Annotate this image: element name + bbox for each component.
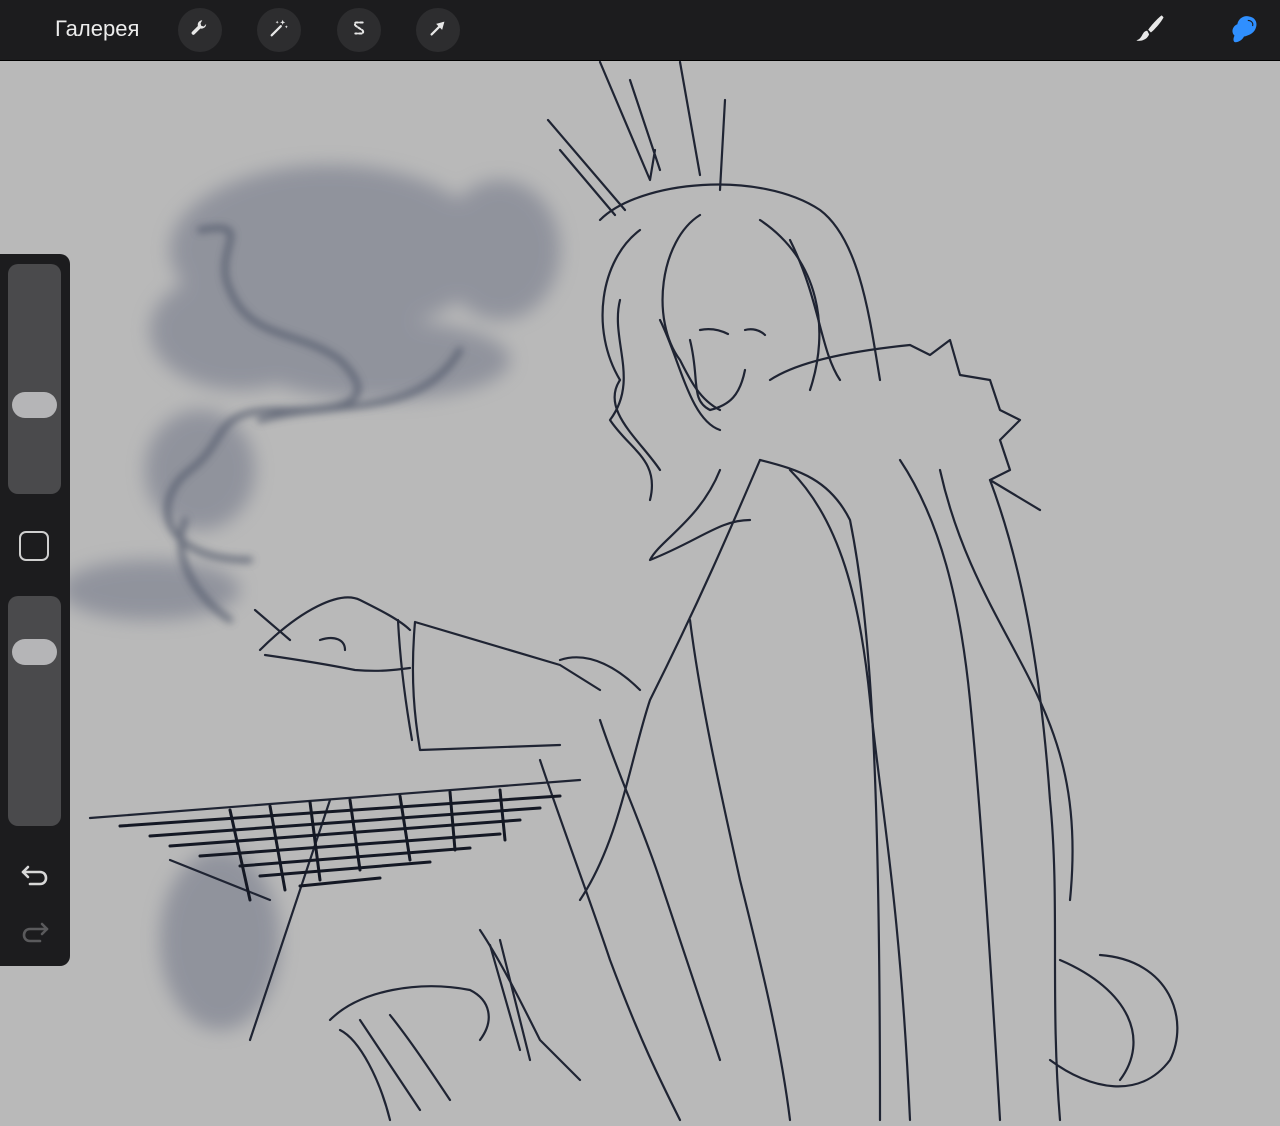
opacity-slider[interactable] — [8, 596, 61, 826]
brush-icon — [1132, 10, 1168, 51]
transform-arrow-icon — [427, 17, 449, 44]
redo-button[interactable] — [18, 914, 52, 948]
selection-button[interactable] — [337, 8, 381, 52]
undo-icon — [18, 865, 52, 895]
magic-wand-icon — [268, 17, 290, 44]
square-icon[interactable] — [19, 531, 49, 561]
drawing-canvas[interactable] — [0, 61, 1280, 1126]
brush-size-slider[interactable] — [8, 264, 61, 494]
left-sidebar — [0, 254, 70, 966]
top-toolbar: Галерея — [0, 0, 1280, 61]
redo-icon — [18, 922, 52, 952]
transform-button[interactable] — [416, 8, 460, 52]
actions-button[interactable] — [178, 8, 222, 52]
gallery-button[interactable]: Галерея — [55, 16, 139, 42]
smudge-icon — [1225, 9, 1263, 52]
adjustments-button[interactable] — [257, 8, 301, 52]
brush-tool-button[interactable] — [1128, 8, 1172, 52]
undo-button[interactable] — [18, 857, 52, 891]
smudge-tool-button[interactable] — [1222, 8, 1266, 52]
wrench-icon — [189, 17, 211, 44]
brush-size-thumb[interactable] — [12, 392, 57, 418]
opacity-thumb[interactable] — [12, 639, 57, 665]
sketch-artwork — [60, 61, 1179, 1122]
selection-s-icon — [348, 17, 370, 44]
